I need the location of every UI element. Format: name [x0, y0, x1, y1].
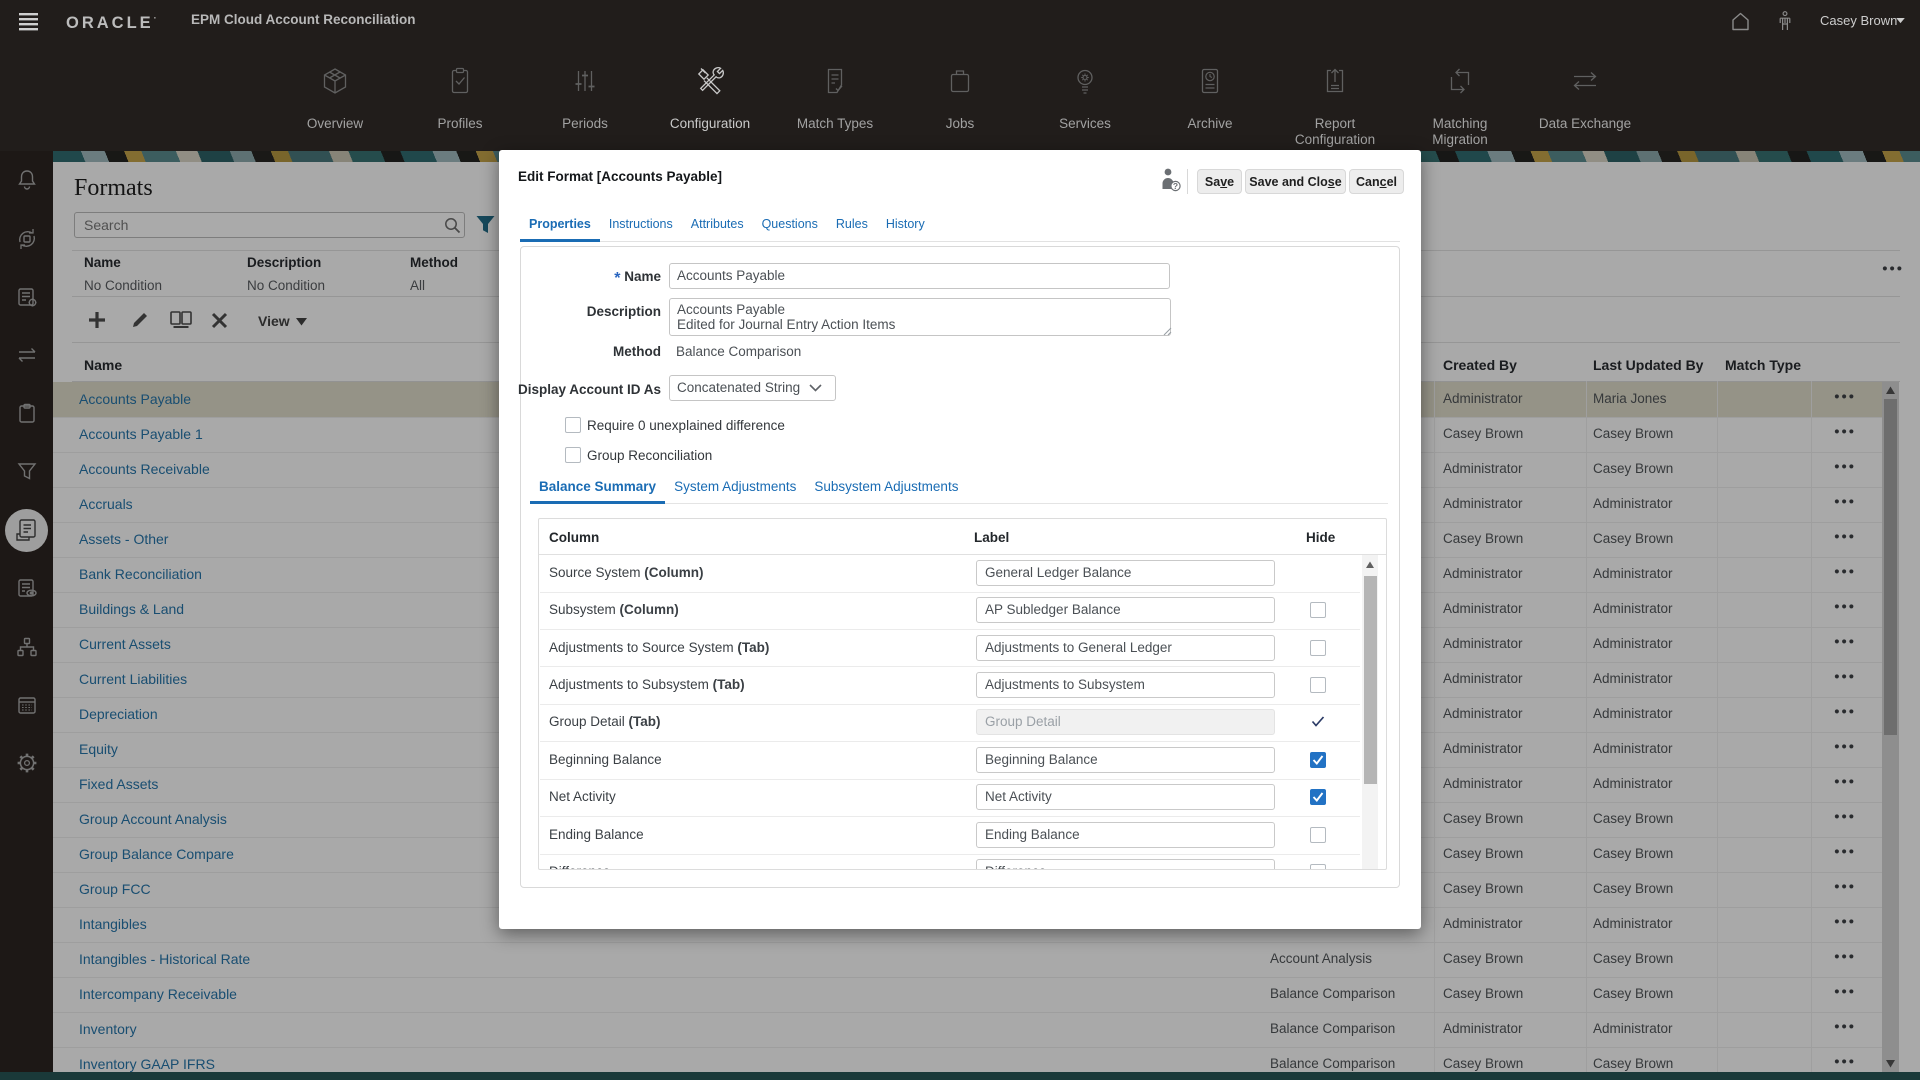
svg-text:?: ? [1173, 181, 1178, 191]
